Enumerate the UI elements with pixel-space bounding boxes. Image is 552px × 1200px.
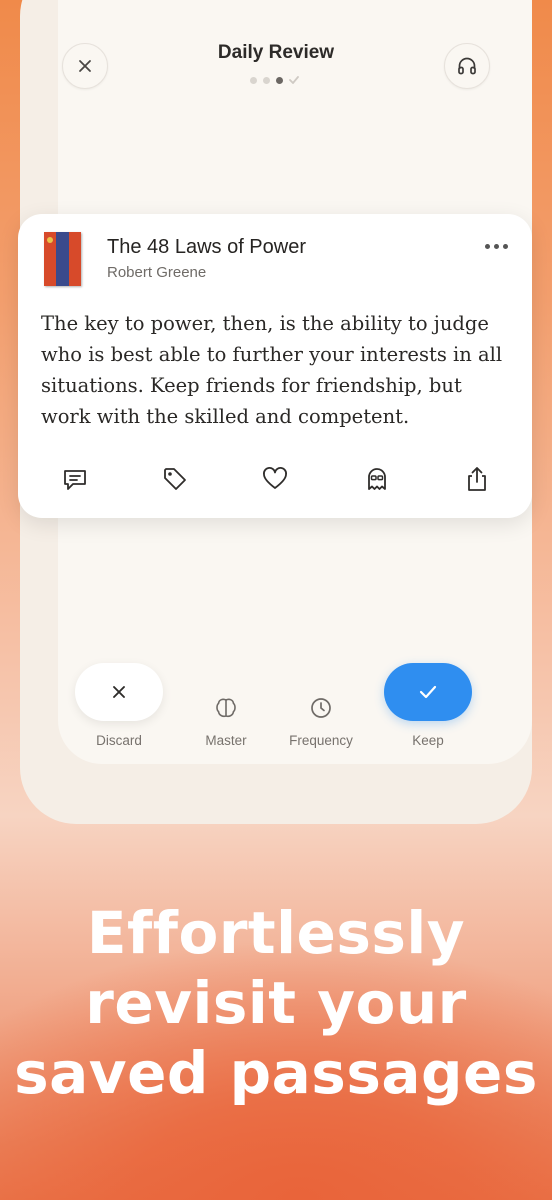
note-button[interactable] (58, 462, 92, 496)
book-cover (44, 232, 81, 286)
ghost-icon (368, 468, 386, 490)
highlight-quote: The key to power, then, is the ability t… (41, 312, 503, 428)
headline-line-2: revisit your (85, 969, 467, 1037)
more-options-button[interactable] (485, 244, 508, 249)
audio-button[interactable] (444, 43, 490, 89)
book-title: The 48 Laws of Power (107, 236, 306, 258)
progress-dots (250, 76, 299, 84)
frequency-button[interactable] (308, 695, 334, 721)
progress-dot (263, 76, 270, 84)
progress-dot (250, 76, 257, 84)
discard-label: Discard (96, 733, 142, 748)
check-icon (419, 685, 437, 699)
keep-label: Keep (412, 733, 444, 748)
highlight-card[interactable]: The 48 Laws of Power Robert Greene The k… (18, 214, 532, 518)
more-dot (494, 244, 499, 249)
brain-icon (216, 698, 236, 718)
ghostreader-button[interactable] (360, 462, 394, 496)
favorite-button[interactable] (258, 462, 292, 496)
discard-button[interactable] (75, 663, 163, 721)
comment-icon (64, 470, 86, 490)
share-icon (468, 467, 486, 491)
card-actions (58, 462, 498, 496)
book-author: Robert Greene (107, 264, 207, 281)
headline-line-3: saved passages (14, 1039, 538, 1107)
marketing-headline: Effortlessly revisit your saved passages (0, 898, 552, 1108)
frequency-label: Frequency (289, 733, 353, 748)
close-icon (113, 686, 125, 698)
keep-button[interactable] (384, 663, 472, 721)
headline-line-1: Effortlessly (86, 899, 466, 967)
progress-check-icon (289, 76, 299, 84)
more-dot (503, 244, 508, 249)
master-button[interactable] (213, 695, 239, 721)
heart-icon (263, 467, 287, 489)
book-cover-emblem (47, 237, 53, 243)
share-button[interactable] (460, 462, 494, 496)
more-dot (485, 244, 490, 249)
progress-dot-active (276, 76, 283, 84)
tag-button[interactable] (158, 462, 192, 496)
clock-icon (311, 698, 331, 718)
tag-icon (164, 468, 186, 490)
headphones-icon (458, 57, 476, 75)
book-cover-spine (56, 232, 69, 286)
master-label: Master (205, 733, 247, 748)
